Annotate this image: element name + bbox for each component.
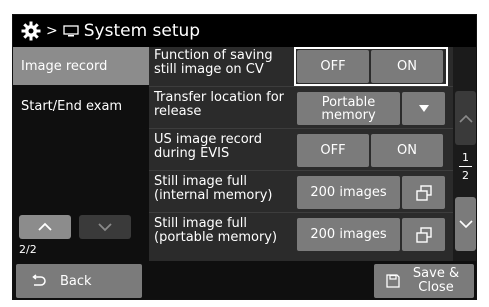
off-button[interactable]: OFF xyxy=(297,134,369,167)
chevron-down-icon xyxy=(458,219,473,228)
setting-label: Function of saving still image on CV xyxy=(154,48,273,77)
on-button[interactable]: ON xyxy=(371,134,443,167)
scroll-down-button[interactable] xyxy=(455,197,476,251)
chevron-up-icon xyxy=(38,222,52,231)
system-setup-window: > System setup Image record Start/End ex… xyxy=(12,14,477,300)
chevron-up-icon xyxy=(458,114,473,123)
save-still-image-toggle: OFF ON xyxy=(297,50,445,83)
setting-row-still-image-full-internal: Still image full (internal memory) 200 i… xyxy=(149,173,453,213)
sidebar-item-label: Start/End exam xyxy=(21,98,123,114)
transfer-location-select[interactable]: Portable memory xyxy=(297,92,400,125)
still-image-full-internal-value[interactable]: 200 images xyxy=(297,176,400,209)
setting-row-save-still-image: Function of saving still image on CV OFF… xyxy=(149,47,453,87)
current-page: 1 xyxy=(462,151,469,164)
setting-row-still-image-full-portable: Still image full (portable memory) 200 i… xyxy=(149,215,453,255)
back-button[interactable]: Back xyxy=(16,264,142,298)
save-close-button[interactable]: Save & Close xyxy=(374,264,474,298)
floppy-disk-icon xyxy=(386,274,400,288)
sidebar-page-down-button[interactable] xyxy=(79,215,131,239)
sidebar-item-start-end-exam[interactable]: Start/End exam xyxy=(13,87,149,125)
save-close-label: Save & Close xyxy=(412,266,460,295)
total-pages: 2 xyxy=(462,169,469,182)
still-image-full-portable-list-button[interactable] xyxy=(402,218,445,251)
still-image-full-internal-list-button[interactable] xyxy=(402,176,445,209)
setting-label: US image record during EVIS xyxy=(154,132,263,161)
page-title: System setup xyxy=(83,21,201,41)
triangle-down-icon xyxy=(418,105,429,112)
off-button[interactable]: OFF xyxy=(297,50,369,83)
transfer-location-dropdown-button[interactable] xyxy=(402,92,445,125)
monitor-icon xyxy=(63,25,79,37)
sidebar-item-image-record[interactable]: Image record xyxy=(13,47,149,85)
overlap-windows-icon xyxy=(415,184,432,201)
gear-icon xyxy=(21,21,41,41)
back-label: Back xyxy=(60,273,92,289)
scroll-up-button[interactable] xyxy=(455,91,476,145)
sidebar-item-label: Image record xyxy=(21,58,108,74)
page-indicator: 1 2 xyxy=(455,151,476,182)
breadcrumb-separator: > xyxy=(46,23,58,39)
still-image-full-portable-value[interactable]: 200 images xyxy=(297,218,400,251)
chevron-down-icon xyxy=(98,223,112,232)
footer-bar: Back Save & Close xyxy=(13,261,476,299)
overlap-windows-icon xyxy=(415,226,432,243)
us-image-record-toggle: OFF ON xyxy=(297,134,445,167)
setting-label: Transfer location for release xyxy=(154,90,284,119)
setting-label: Still image full (internal memory) xyxy=(154,174,273,203)
setting-label: Still image full (portable memory) xyxy=(154,216,278,245)
page-scroller: 1 2 xyxy=(453,47,476,261)
title-bar: > System setup xyxy=(13,15,476,47)
sidebar: Image record Start/End exam 2/2 xyxy=(13,47,149,261)
setting-row-us-image-record: US image record during EVIS OFF ON xyxy=(149,131,453,171)
settings-panel: Function of saving still image on CV OFF… xyxy=(149,47,453,261)
sidebar-page-indicator: 2/2 xyxy=(19,243,37,256)
setting-row-transfer-location: Transfer location for release Portable m… xyxy=(149,89,453,129)
on-button[interactable]: ON xyxy=(371,50,443,83)
sidebar-page-up-button[interactable] xyxy=(19,215,71,239)
return-arrow-icon xyxy=(32,274,46,286)
page-divider xyxy=(459,166,472,167)
